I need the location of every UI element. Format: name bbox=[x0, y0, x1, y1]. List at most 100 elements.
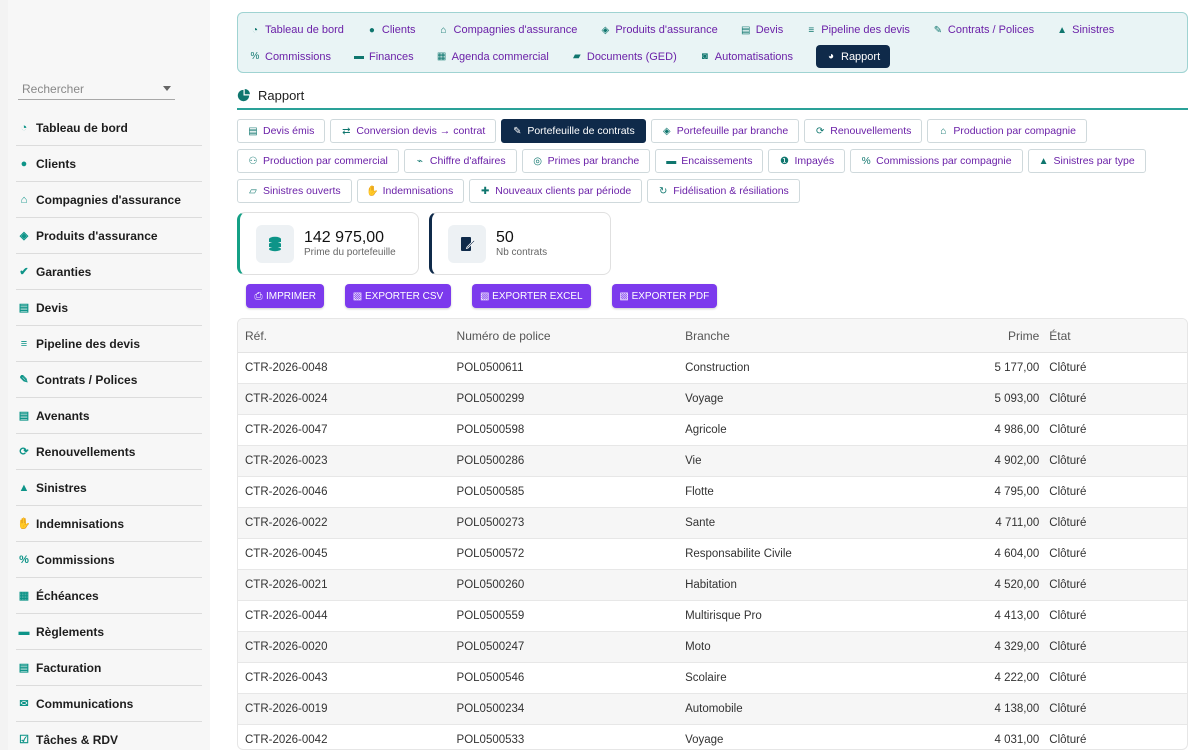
sidebar-item-garanties[interactable]: ✔ Garanties bbox=[16, 254, 202, 290]
nav-link-clients[interactable]: ● Clients bbox=[367, 19, 416, 41]
sidebar-item-communications[interactable]: ✉ Communications bbox=[16, 686, 202, 722]
nav-link-compagnies-d-assurance[interactable]: ⌂ Compagnies d'assurance bbox=[439, 19, 578, 41]
file-icon: ▤ bbox=[248, 125, 258, 137]
nav-link-contrats-polices[interactable]: ✎ Contrats / Polices bbox=[933, 19, 1034, 41]
report-button-devis-emis[interactable]: ▤ Devis émis bbox=[237, 119, 326, 143]
cell-policy-number: POL0500598 bbox=[456, 424, 525, 436]
sidebar-item-taches-rdv[interactable]: ☑ Tâches & RDV bbox=[16, 722, 202, 750]
table-row[interactable]: CTR-2026-0024 POL0500299 Voyage 5 093,00 Clô… bbox=[238, 384, 1187, 415]
sync-icon: ⟳ bbox=[816, 125, 825, 137]
pie-chart-icon: ◕ bbox=[827, 51, 835, 62]
report-button-portefeuille-par-branche[interactable]: ◈ Portefeuille par branche bbox=[650, 119, 800, 143]
report-button-label: Production par compagnie bbox=[953, 125, 1076, 137]
column-header-ref[interactable]: Réf. bbox=[238, 329, 450, 343]
column-header-branch[interactable]: Branche bbox=[678, 329, 927, 343]
sidebar-item-tableau-de-bord[interactable]: ◔ Tableau de bord bbox=[16, 110, 202, 146]
caret-down-icon[interactable] bbox=[163, 86, 171, 91]
sidebar-item-label: Contrats / Polices bbox=[36, 372, 138, 387]
nav-link-label: Produits d'assurance bbox=[615, 24, 718, 36]
nav-link-sinistres[interactable]: ▲ Sinistres bbox=[1057, 19, 1114, 41]
cell-branch: Flotte bbox=[685, 486, 714, 498]
user-icon: ● bbox=[20, 157, 28, 170]
sidebar-item-pipeline-des-devis[interactable]: ≡ Pipeline des devis bbox=[16, 326, 202, 362]
report-button-sinistres-ouverts[interactable]: ▱ Sinistres ouverts bbox=[237, 179, 352, 203]
sidebar-item-contrats-polices[interactable]: ✎ Contrats / Polices bbox=[16, 362, 202, 398]
table-row[interactable]: CTR-2026-0020 POL0500247 Moto 4 329,00 Clôtu… bbox=[238, 632, 1187, 663]
sidebar-menu: ◔ Tableau de bord ● Clients ⌂ Compagnies d'as… bbox=[16, 110, 202, 750]
report-button-production-par-compagnie[interactable]: ⌂ Production par compagnie bbox=[927, 119, 1087, 143]
nav-link-devis[interactable]: ▤ Devis bbox=[741, 19, 783, 41]
table-row[interactable]: CTR-2026-0044 POL0500559 Multirisque Pro 4 … bbox=[238, 601, 1187, 632]
table-row[interactable]: CTR-2026-0021 POL0500260 Habitation 4 520,0… bbox=[238, 570, 1187, 601]
report-button-sinistres-par-type[interactable]: ▲ Sinistres par type bbox=[1027, 149, 1146, 173]
export-button-label: EXPORTER CSV bbox=[365, 290, 444, 302]
cell-policy-number: POL0500611 bbox=[456, 362, 524, 374]
folder-open-icon: ▱ bbox=[249, 185, 257, 197]
column-header-policy[interactable]: Numéro de police bbox=[450, 329, 679, 343]
nav-link-rapport[interactable]: ◕ Rapport bbox=[816, 45, 891, 68]
report-row-3: ▱ Sinistres ouverts ✋ Indemnisations ✚ Nouvea… bbox=[237, 179, 1188, 203]
sidebar-item-clients[interactable]: ● Clients bbox=[16, 146, 202, 182]
exporter-csv-button[interactable]: ▧ EXPORTER CSV bbox=[345, 284, 452, 308]
report-selector: ▤ Devis émis ⇄ Conversion devis → contrat ✎ P… bbox=[237, 119, 1188, 209]
cell-status: Clôturé bbox=[1049, 672, 1087, 684]
sidebar-search-select[interactable]: Rechercher bbox=[18, 78, 175, 100]
sidebar-item-echeances[interactable]: ▦ Échéances bbox=[16, 578, 202, 614]
table-row[interactable]: CTR-2026-0019 POL0500234 Automobile 4 138,0… bbox=[238, 694, 1187, 725]
cell-status: Clôturé bbox=[1049, 362, 1087, 374]
cell-branch: Agricole bbox=[685, 424, 727, 436]
report-button-label: Fidélisation & résiliations bbox=[673, 185, 789, 197]
imprimer-button[interactable]: ⎙ IMPRIMER bbox=[246, 284, 324, 308]
report-button-encaissements[interactable]: ▬ Encaissements bbox=[655, 149, 764, 173]
report-button-nouveaux-clients-par-periode[interactable]: ✚ Nouveaux clients par période bbox=[469, 179, 643, 203]
table-row[interactable]: CTR-2026-0023 POL0500286 Vie 4 902,00 Clôtur… bbox=[238, 446, 1187, 477]
table-row[interactable]: CTR-2026-0047 POL0500598 Agricole 4 986,00 C… bbox=[238, 415, 1187, 446]
list-icon: ≡ bbox=[20, 337, 28, 350]
nav-link-automatisations[interactable]: ◙ Automatisations bbox=[700, 46, 793, 68]
report-button-fidelisation-resiliations[interactable]: ↻ Fidélisation & résiliations bbox=[647, 179, 800, 203]
sidebar-item-avenants[interactable]: ▤ Avenants bbox=[16, 398, 202, 434]
report-button-renouvellements[interactable]: ⟳ Renouvellements bbox=[804, 119, 923, 143]
sidebar-item-reglements[interactable]: ▬ Règlements bbox=[16, 614, 202, 650]
nav-link-pipeline-des-devis[interactable]: ≡ Pipeline des devis bbox=[806, 19, 910, 41]
sidebar-item-renouvellements[interactable]: ⟳ Renouvellements bbox=[16, 434, 202, 470]
nav-link-tableau-de-bord[interactable]: ◔ Tableau de bord bbox=[250, 19, 344, 41]
cell-status: Clôturé bbox=[1049, 610, 1087, 622]
nav-link-commissions[interactable]: % Commissions bbox=[250, 46, 331, 68]
report-button-primes-par-branche[interactable]: ◎ Primes par branche bbox=[521, 149, 651, 173]
report-button-portefeuille-de-contrats[interactable]: ✎ Portefeuille de contrats bbox=[501, 119, 646, 143]
sidebar-item-label: Communications bbox=[36, 696, 134, 711]
report-button-conversion-devis-contrat[interactable]: ⇄ Conversion devis → contrat bbox=[330, 119, 497, 143]
nav-link-label: Automatisations bbox=[714, 50, 793, 63]
sidebar-item-indemnisations[interactable]: ✋ Indemnisations bbox=[16, 506, 202, 542]
column-header-status[interactable]: État bbox=[1039, 329, 1187, 343]
table-row[interactable]: CTR-2026-0043 POL0500546 Scolaire 4 222,00 C… bbox=[238, 663, 1187, 694]
sidebar-item-compagnies-d-assurance[interactable]: ⌂ Compagnies d'assurance bbox=[16, 182, 202, 218]
exporter-excel-button[interactable]: ▧ EXPORTER EXCEL bbox=[472, 284, 591, 308]
contract-icon bbox=[448, 224, 486, 263]
table-row[interactable]: CTR-2026-0048 POL0500611 Construction 5 177… bbox=[238, 353, 1187, 384]
sidebar-item-devis[interactable]: ▤ Devis bbox=[16, 290, 202, 326]
sidebar-item-facturation[interactable]: ▤ Facturation bbox=[16, 650, 202, 686]
cell-policy-number: POL0500533 bbox=[456, 734, 525, 746]
column-header-premium[interactable]: Prime bbox=[928, 329, 1039, 343]
sidebar-item-produits-d-assurance[interactable]: ◈ Produits d'assurance bbox=[16, 218, 202, 254]
report-button-production-par-commercial[interactable]: ⚇ Production par commercial bbox=[237, 149, 399, 173]
nav-link-agenda-commercial[interactable]: ▦ Agenda commercial bbox=[437, 46, 549, 68]
sidebar-item-sinistres[interactable]: ▲ Sinistres bbox=[16, 470, 202, 506]
report-button-chiffre-d-affaires[interactable]: ⌁ Chiffre d'affaires bbox=[403, 149, 517, 173]
report-button-commissions-par-compagnie[interactable]: % Commissions par compagnie bbox=[850, 149, 1023, 173]
report-button-indemnisations[interactable]: ✋ Indemnisations bbox=[356, 179, 465, 203]
nav-link-finances[interactable]: ▬ Finances bbox=[354, 46, 414, 68]
table-row[interactable]: CTR-2026-0045 POL0500572 Responsabilite Ci… bbox=[238, 539, 1187, 570]
table-row[interactable]: CTR-2026-0046 POL0500585 Flotte 4 795,00 Clô… bbox=[238, 477, 1187, 508]
nav-link-documents-ged[interactable]: ▰ Documents (GED) bbox=[572, 46, 677, 68]
report-button-label: Indemnisations bbox=[382, 185, 454, 197]
cell-branch: Habitation bbox=[685, 579, 737, 591]
report-button-impayes[interactable]: ❶ Impayés bbox=[768, 149, 846, 173]
sidebar-item-commissions[interactable]: % Commissions bbox=[16, 542, 202, 578]
table-row[interactable]: CTR-2026-0022 POL0500273 Sante 4 711,00 Clôt… bbox=[238, 508, 1187, 539]
exporter-pdf-button[interactable]: ▧ EXPORTER PDF bbox=[611, 284, 718, 308]
table-row[interactable]: CTR-2026-0042 POL0500533 Voyage 4 031,00 Clô… bbox=[238, 725, 1187, 749]
nav-link-produits-d-assurance[interactable]: ◈ Produits d'assurance bbox=[600, 19, 717, 41]
